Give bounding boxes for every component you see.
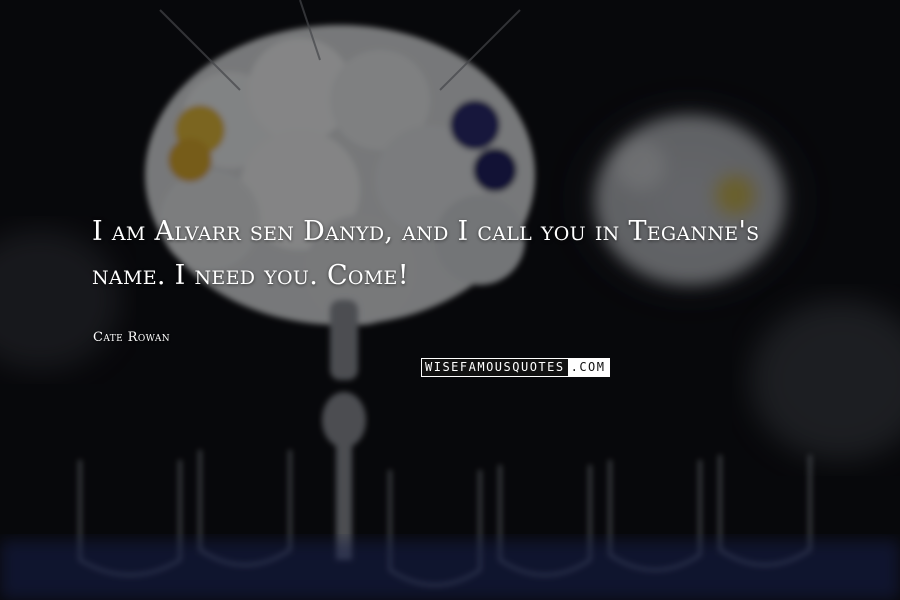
- background-photo: [0, 0, 900, 600]
- quote-text: I am Alvarr sen Danyd, and I call you in…: [92, 216, 760, 291]
- site-watermark: WISEFAMOUSQUOTES .COM: [421, 358, 610, 377]
- watermark-domain: .COM: [567, 359, 609, 376]
- watermark-name: WISEFAMOUSQUOTES: [422, 359, 568, 376]
- quote-author: Cate Rowan: [93, 330, 171, 345]
